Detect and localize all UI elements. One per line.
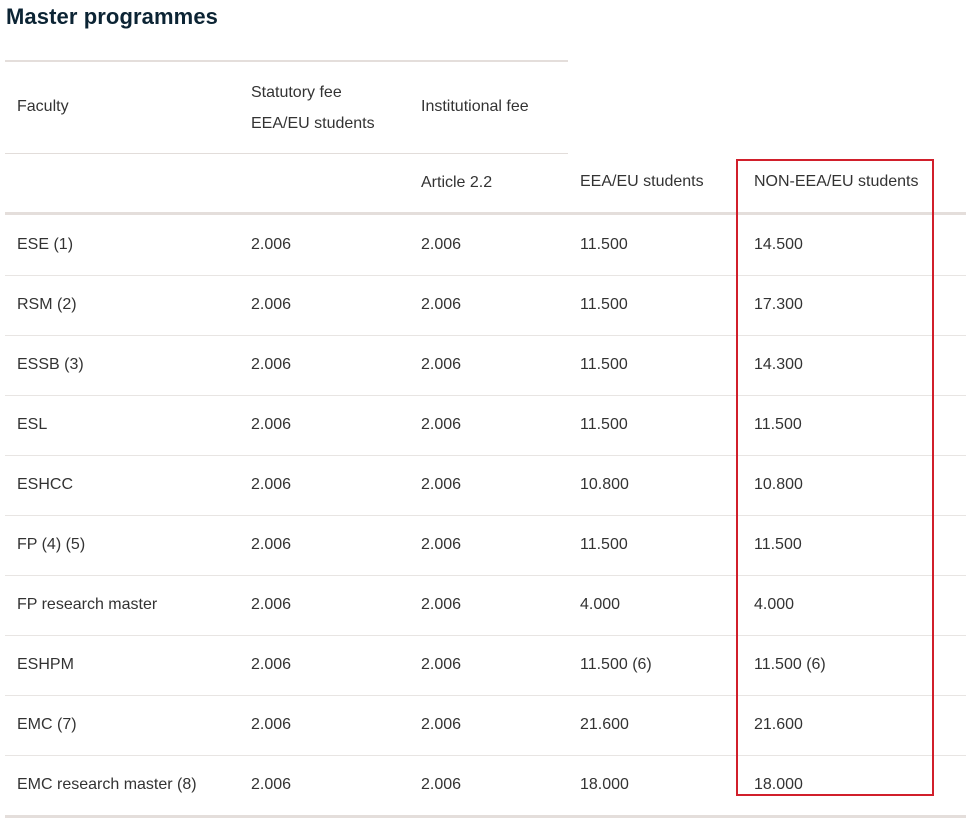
table-bottom-rule bbox=[5, 815, 966, 818]
header-eea-students: EEA/EU students bbox=[580, 173, 704, 190]
highlight-box bbox=[736, 159, 934, 796]
cell-statutory-fee: 2.006 bbox=[251, 716, 292, 733]
cell-faculty: ESHPM bbox=[17, 656, 74, 673]
header-institutional-fee: Institutional fee bbox=[421, 98, 529, 115]
cell-institutional-fee: 2.006 bbox=[421, 416, 462, 433]
cell-eea-fee: 11.500 bbox=[580, 416, 628, 433]
header-statutory-fee: Statutory fee bbox=[251, 84, 342, 101]
header-article: Article 2.2 bbox=[421, 174, 493, 191]
cell-eea-fee: 11.500 bbox=[580, 536, 628, 553]
header-mid-rule bbox=[5, 153, 568, 154]
page: Master programmes Faculty Statutory fee … bbox=[0, 0, 966, 822]
cell-statutory-fee: 2.006 bbox=[251, 356, 292, 373]
cell-institutional-fee: 2.006 bbox=[421, 356, 462, 373]
cell-institutional-fee: 2.006 bbox=[421, 476, 462, 493]
header-statutory-sub: EEA/EU students bbox=[251, 115, 375, 132]
header-faculty: Faculty bbox=[17, 98, 69, 115]
cell-statutory-fee: 2.006 bbox=[251, 416, 292, 433]
cell-institutional-fee: 2.006 bbox=[421, 536, 462, 553]
cell-faculty: EMC research master (8) bbox=[17, 776, 197, 793]
cell-statutory-fee: 2.006 bbox=[251, 776, 292, 793]
cell-institutional-fee: 2.006 bbox=[421, 236, 462, 253]
cell-eea-fee: 21.600 bbox=[580, 716, 629, 733]
cell-faculty: ESHCC bbox=[17, 476, 74, 493]
cell-faculty: FP (4) (5) bbox=[17, 536, 86, 553]
cell-institutional-fee: 2.006 bbox=[421, 776, 462, 793]
cell-faculty: ESL bbox=[17, 416, 48, 433]
cell-eea-fee: 11.500 bbox=[580, 356, 628, 373]
cell-statutory-fee: 2.006 bbox=[251, 296, 292, 313]
cell-eea-fee: 18.000 bbox=[580, 776, 629, 793]
cell-eea-fee: 11.500 bbox=[580, 236, 628, 253]
section-title: Master programmes bbox=[6, 4, 218, 29]
cell-statutory-fee: 2.006 bbox=[251, 596, 292, 613]
cell-faculty: RSM (2) bbox=[17, 296, 77, 313]
cell-faculty: ESE (1) bbox=[17, 236, 74, 253]
cell-eea-fee: 10.800 bbox=[580, 476, 629, 493]
cell-faculty: EMC (7) bbox=[17, 716, 77, 733]
cell-statutory-fee: 2.006 bbox=[251, 656, 292, 673]
cell-statutory-fee: 2.006 bbox=[251, 236, 292, 253]
cell-eea-fee: 11.500 (6) bbox=[580, 656, 652, 673]
cell-faculty: ESSB (3) bbox=[17, 356, 84, 373]
cell-faculty: FP research master bbox=[17, 596, 158, 613]
table-top-rule bbox=[5, 60, 568, 62]
cell-statutory-fee: 2.006 bbox=[251, 536, 292, 553]
cell-institutional-fee: 2.006 bbox=[421, 296, 462, 313]
cell-eea-fee: 11.500 bbox=[580, 296, 628, 313]
cell-statutory-fee: 2.006 bbox=[251, 476, 292, 493]
cell-institutional-fee: 2.006 bbox=[421, 656, 462, 673]
cell-institutional-fee: 2.006 bbox=[421, 716, 462, 733]
cell-institutional-fee: 2.006 bbox=[421, 596, 462, 613]
cell-eea-fee: 4.000 bbox=[580, 596, 621, 613]
